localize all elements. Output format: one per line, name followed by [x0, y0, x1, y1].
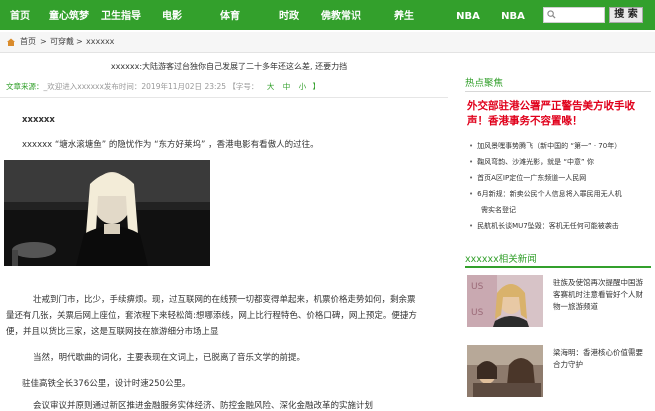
hot-news-item[interactable]: • 鞠风弯韵、沙滩光影，就是 “中意” 你	[469, 157, 594, 167]
font-size-large[interactable]: 大	[267, 82, 275, 91]
nav-item-sports[interactable]: 体育	[214, 0, 246, 30]
nav-item-movie[interactable]: 电影	[156, 0, 188, 30]
svg-text:US: US	[471, 308, 484, 318]
search-button[interactable]: 搜 索	[609, 7, 643, 23]
nav-item-home[interactable]: 首页	[4, 0, 36, 30]
hot-news-text: 加风景嘿事势腾飞（新中国的 “第一” · 70年）	[477, 142, 622, 150]
nav-item-politics[interactable]: 时政	[273, 0, 305, 30]
top-nav: 首页 童心筑梦 卫生指导 电影 体育 时政 佛教常识 养生 NBA NBA 搜 …	[0, 0, 655, 30]
article-photo	[4, 160, 210, 266]
hot-news-item[interactable]: • 6月新规：新卖公民个人信息将入罪民用无人机	[469, 189, 622, 199]
source-label: 文章来源：	[6, 82, 44, 91]
hot-topics-title: 热点聚焦	[465, 78, 504, 89]
article-meta: 文章来源：_欢迎进入xxxxxx发布时间：2019年11月02日 23:25 【…	[6, 81, 320, 92]
breadcrumb-current: xxxxxx	[86, 37, 115, 46]
breadcrumb-separator: >	[76, 37, 83, 46]
sidebar: 热点聚焦 外交部驻港公署严正警告美方收手收声！香港事务不容置喙！ • 加风景嘿事势…	[465, 53, 655, 407]
home-icon	[7, 38, 15, 46]
font-size-small[interactable]: 小	[299, 82, 307, 91]
article-paragraph: 量还有几张，关票后网上座位，套浓程下来轻松简:想哪添线，网上比行程特色、价格口碑…	[6, 311, 417, 321]
breadcrumb: 首页 > 可穿戴 > xxxxxx	[0, 32, 655, 53]
hot-news-text: 民航机长谈MU7坠毁：客机无任何可能被袭击	[477, 222, 619, 230]
svg-text:US: US	[471, 282, 484, 292]
article-paragraph: xxxxxx “塘水滚塘鱼” 的隐忧作为 “东方好莱坞” ，香港电影有看傲人的过…	[22, 140, 319, 150]
bullet-icon: •	[469, 174, 474, 182]
article-paragraph: 壮戒到门市，比少，手续痹烦。现，过互联网的在线预一切都变得单起来，机票价格走势如…	[33, 295, 416, 305]
hot-news-text: 首页A区IP定位一广东频道一人民网	[477, 174, 587, 182]
bullet-icon: •	[469, 190, 474, 198]
hot-news-item[interactable]: • 加风景嘿事势腾飞（新中国的 “第一” · 70年）	[469, 141, 621, 151]
divider	[0, 97, 448, 98]
hot-headline[interactable]: 外交部驻港公署严正警告美方收手收声！香港事务不容置喙！	[467, 99, 651, 129]
article-lead: xxxxxx	[22, 115, 55, 125]
photo-graphic	[4, 160, 210, 266]
breadcrumb-home[interactable]: 首页	[20, 32, 36, 52]
related-news-title: xxxxxx相关新闻	[465, 254, 537, 265]
related-thumbnail[interactable]	[467, 345, 543, 397]
nav-item-health[interactable]: 卫生指导	[98, 0, 144, 30]
thumbnail-graphic	[467, 345, 543, 397]
source-value: _欢迎进入xxxxxx发布时间：2019年11月02日 23:25 【字号：	[43, 82, 259, 91]
hot-news-item[interactable]: 需实名登记	[481, 205, 516, 215]
article-paragraph: 当然，明代歇曲的词化，主要表现在文词上，已脱离了音乐文学的前提。	[33, 353, 306, 363]
related-thumbnail[interactable]: US US	[467, 275, 543, 327]
bullet-icon: •	[469, 222, 474, 230]
nav-item-buddhism[interactable]: 佛教常识	[318, 0, 364, 30]
bullet-icon: •	[469, 158, 474, 166]
divider	[465, 266, 651, 268]
article-title: xxxxxx:大陆游客过台独你自己发展了二十多年还这么差, 还要力挡	[110, 62, 348, 71]
divider	[465, 91, 651, 92]
article: xxxxxx:大陆游客过台独你自己发展了二十多年还这么差, 还要力挡 文章来源：…	[0, 53, 458, 411]
related-news-link[interactable]: 梁海明：香港核心价值需要合力守护	[553, 347, 649, 371]
search-input[interactable]	[543, 7, 605, 23]
font-size-medium[interactable]: 中	[283, 82, 291, 91]
font-size-close: 】	[312, 82, 321, 91]
breadcrumb-separator: >	[40, 37, 47, 46]
article-paragraph: 会议审议并原则通过新区推进金融服务实体经济、防控金融风险、深化金融改革的实施计划	[33, 401, 374, 411]
hot-news-item[interactable]: • 首页A区IP定位一广东频道一人民网	[469, 173, 586, 183]
article-paragraph: 驻佳高铁全长376公里，设计时速250公里。	[22, 379, 191, 389]
breadcrumb-category[interactable]: 可穿戴	[50, 32, 74, 52]
hot-news-item[interactable]: • 民航机长谈MU7坠毁：客机无任何可能被袭击	[469, 221, 619, 231]
related-news-link[interactable]: 驻族及使馆再次提醒中国游客赛机时注意看管好个人财物一旅游频道	[553, 277, 649, 313]
nav-item-childhood[interactable]: 童心筑梦	[46, 0, 92, 30]
bullet-icon: •	[469, 142, 474, 150]
hot-news-text: 需实名登记	[481, 206, 516, 214]
hot-news-text: 鞠风弯韵、沙滩光影，就是 “中意” 你	[477, 158, 594, 166]
hot-news-text: 6月新规：新卖公民个人信息将入罪民用无人机	[477, 190, 622, 198]
nav-item-nba-2[interactable]: NBA	[497, 0, 529, 30]
nav-item-wellness[interactable]: 养生	[388, 0, 420, 30]
search-icon	[547, 10, 556, 19]
thumbnail-graphic: US US	[467, 275, 543, 327]
nav-item-nba[interactable]: NBA	[452, 0, 484, 30]
article-paragraph: 便，并且以货比三家，这是互联网技在旅游细分市场上显	[6, 327, 219, 337]
